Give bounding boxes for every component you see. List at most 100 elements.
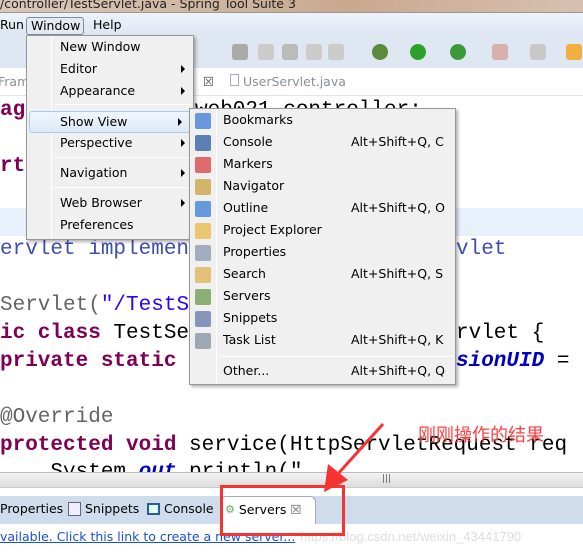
code-text: = xyxy=(544,350,570,373)
tab-label: Properties xyxy=(0,501,64,516)
menu-item-shortcut: Alt+Shift+Q, O xyxy=(351,200,445,215)
debug-icon[interactable] xyxy=(372,44,388,60)
navigator-icon xyxy=(195,179,211,195)
run-icon[interactable] xyxy=(410,44,426,60)
toolbar-button-icon[interactable] xyxy=(258,44,274,60)
code-keyword: private static xyxy=(0,350,177,373)
code-string: "/TestS xyxy=(100,294,190,317)
tab-label: UserServlet.java xyxy=(243,74,346,89)
snippets-icon xyxy=(195,311,211,327)
menu-item-shortcut: Alt+Shift+Q, C xyxy=(351,134,444,149)
menu-item-label: Project Explorer xyxy=(223,222,322,237)
code-text: TestSe xyxy=(113,322,190,345)
menu-item-label: Snippets xyxy=(223,310,278,325)
close-icon[interactable]: ☒ xyxy=(203,74,214,89)
menu-item-markers[interactable]: Markers xyxy=(190,154,455,176)
code-text: ervlet implemen xyxy=(0,238,190,261)
menu-item-label: Search xyxy=(223,266,266,281)
markers-icon xyxy=(195,157,211,173)
menu-item-task-list[interactable]: Task List Alt+Shift+Q, K xyxy=(190,330,455,352)
code-keyword: ic class xyxy=(0,322,114,345)
code-text: rt xyxy=(0,155,26,178)
menu-item-web-browser[interactable]: Web Browser xyxy=(27,193,193,215)
menu-item-label: Other... xyxy=(223,363,270,378)
code-text: ag xyxy=(0,99,26,122)
window-menu: New Window Editor Appearance Show View P… xyxy=(26,35,194,240)
menu-item-navigator[interactable]: Navigator xyxy=(190,176,455,198)
code-text: Servlet( xyxy=(0,294,101,317)
menu-item-label: Bookmarks xyxy=(223,112,293,127)
submenu-arrow-icon xyxy=(181,65,185,73)
menu-run[interactable]: Run xyxy=(0,17,27,35)
code-annotation: @Override xyxy=(0,406,114,429)
menu-item-shortcut: Alt+Shift+Q, S xyxy=(351,266,444,281)
tab-label: Snippets xyxy=(85,501,140,516)
menu-item-editor[interactable]: Editor xyxy=(27,59,193,81)
menu-item-preferences[interactable]: Preferences xyxy=(27,215,193,237)
window-title: /controller/TestServlet.java - Spring To… xyxy=(0,0,296,11)
menu-item-project-explorer[interactable]: Project Explorer xyxy=(190,220,455,242)
menu-item-shortcut: Alt+Shift+Q, Q xyxy=(351,363,445,378)
toolbar-button-icon[interactable] xyxy=(530,44,546,60)
annotation-text: 刚刚操作的结果 xyxy=(418,425,544,446)
tab-snippets[interactable]: Snippets xyxy=(68,501,139,516)
properties-icon xyxy=(195,245,211,261)
submenu-arrow-icon xyxy=(181,199,185,207)
menu-item-other[interactable]: Other... Alt+Shift+Q, Q xyxy=(190,361,455,383)
annotation-highlight-box xyxy=(220,485,345,536)
menu-item-snippets[interactable]: Snippets xyxy=(190,308,455,330)
menu-item-appearance[interactable]: Appearance xyxy=(27,81,193,103)
code-keyword: protected void xyxy=(0,434,190,457)
open-type-icon[interactable] xyxy=(566,44,582,60)
menu-item-outline[interactable]: Outline Alt+Shift+Q, O xyxy=(190,198,455,220)
submenu-arrow-icon xyxy=(178,118,182,126)
run-server-icon[interactable] xyxy=(450,44,466,60)
toolbar-button-icon[interactable] xyxy=(282,44,298,60)
menu-item-console[interactable]: Console Alt+Shift+Q, C xyxy=(190,132,455,154)
menu-help[interactable]: Help xyxy=(90,17,125,35)
outline-icon xyxy=(195,201,211,217)
code-field: sionUID xyxy=(456,350,545,373)
task-list-icon xyxy=(195,333,211,349)
search-icon xyxy=(195,267,211,283)
submenu-arrow-icon xyxy=(181,87,185,95)
snippets-icon xyxy=(68,501,81,516)
menu-item-label: Markers xyxy=(223,156,273,171)
submenu-arrow-icon xyxy=(181,139,185,147)
menu-item-perspective[interactable]: Perspective xyxy=(27,133,193,155)
servers-icon xyxy=(195,289,211,305)
menu-item-shortcut: Alt+Shift+Q, K xyxy=(351,332,444,347)
menu-item-navigation[interactable]: Navigation xyxy=(27,163,193,185)
editor-tab-userservlet[interactable]: UserServlet.java xyxy=(230,74,346,89)
toolbar-button-icon[interactable] xyxy=(232,44,248,60)
bookmarks-icon xyxy=(195,113,211,129)
menu-window[interactable]: Window xyxy=(26,17,84,35)
editor-tab[interactable]: Fram xyxy=(0,74,29,89)
code-text: vlet xyxy=(456,238,507,261)
console-icon xyxy=(195,135,211,151)
stop-icon[interactable] xyxy=(492,44,508,60)
console-icon xyxy=(147,502,160,515)
show-view-submenu: Bookmarks Console Alt+Shift+Q, C Markers Nav… xyxy=(189,108,456,385)
menu-item-properties[interactable]: Properties xyxy=(190,242,455,264)
toolbar-button-icon[interactable] xyxy=(328,44,344,60)
java-file-icon xyxy=(230,74,239,86)
submenu-arrow-icon xyxy=(181,169,185,177)
menu-item-label: Servers xyxy=(223,288,271,303)
menu-item-label: Task List xyxy=(223,332,276,347)
toolbar-button-icon[interactable] xyxy=(306,44,322,60)
tab-console[interactable]: Console xyxy=(147,501,214,516)
code-text: rvlet { xyxy=(456,322,545,345)
menu-item-label: Properties xyxy=(223,244,287,259)
menu-item-show-view[interactable]: Show View xyxy=(29,111,191,133)
menu-item-label: Navigator xyxy=(223,178,285,193)
tab-label: Console xyxy=(164,501,214,516)
menu-item-new-window[interactable]: New Window xyxy=(27,37,193,59)
menu-bar: Run Window Help xyxy=(0,12,583,36)
project-explorer-icon xyxy=(195,223,211,239)
menu-item-bookmarks[interactable]: Bookmarks xyxy=(190,110,455,132)
menu-item-search[interactable]: Search Alt+Shift+Q, S xyxy=(190,264,455,286)
menu-item-label: Outline xyxy=(223,200,269,215)
menu-item-servers[interactable]: Servers xyxy=(190,286,455,308)
tab-properties[interactable]: Properties xyxy=(0,501,63,516)
